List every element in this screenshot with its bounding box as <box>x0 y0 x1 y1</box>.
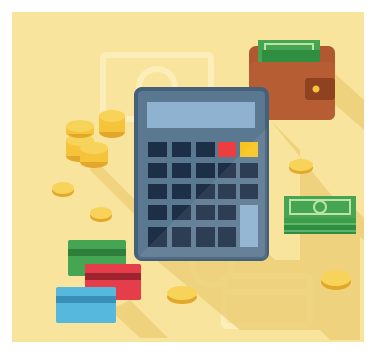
calculator-screen <box>147 102 255 128</box>
illustration <box>0 0 372 355</box>
cash-stack-icon <box>284 196 356 234</box>
calculator-icon <box>134 87 269 261</box>
